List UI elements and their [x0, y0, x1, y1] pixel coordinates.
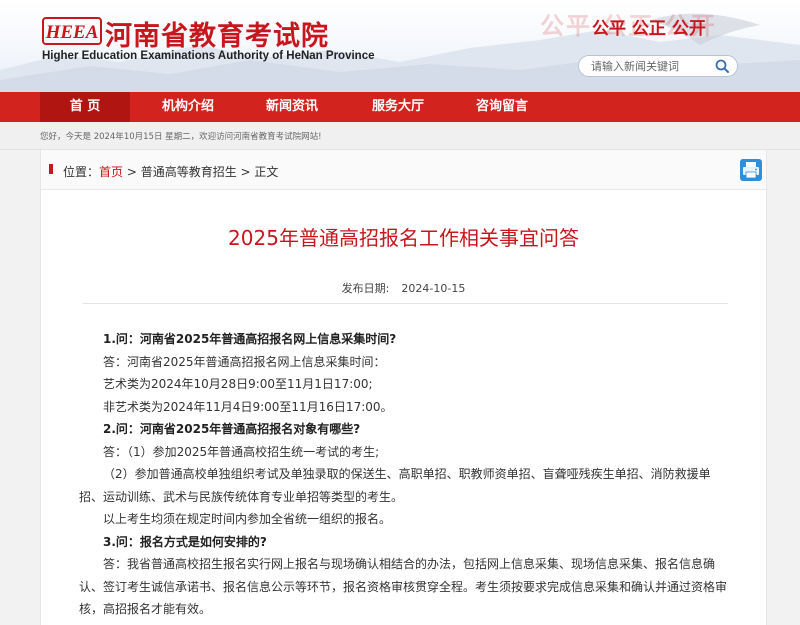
breadcrumb-prefix: 位置：	[63, 165, 100, 179]
article-date: 发布日期: 2024-10-15	[41, 280, 766, 296]
welcome-bar: 您好，今天是 2024年10月15日 星期二，欢迎访问河南省教育考试院网站!	[0, 122, 800, 150]
answer-paragraph: 以上考生均须在规定时间内参加全省统一组织的报名。	[103, 512, 392, 526]
main-nav: 首 页 机构介绍 新闻资讯 服务大厅 咨询留言	[0, 92, 800, 122]
breadcrumb-home-link[interactable]: 首页	[99, 165, 123, 179]
answer-paragraph: 答：（1）参加2025年普通高校招生统一考试的考生;	[103, 444, 380, 459]
breadcrumb-marker	[49, 164, 53, 174]
nav-item-news[interactable]: 新闻资讯	[246, 92, 338, 122]
svg-text:HEEA: HEEA	[45, 22, 99, 43]
site-header: HEEA 河南省教育考试院 Higher Education Examinati…	[0, 0, 800, 92]
question-paragraph: 3.问：报名方式是如何安排的?	[103, 534, 267, 549]
answer-paragraph: 艺术类为2024年10月28日9:00至11月1日17:00;	[103, 377, 373, 391]
nav-item-consult[interactable]: 咨询留言	[456, 92, 548, 122]
question-paragraph: 2.问：河南省2025年普通高招报名对象有哪些?	[103, 422, 361, 436]
breadcrumb-separator: >	[236, 165, 255, 179]
question-paragraph: 1.问：河南省2025年普通高招报名网上信息采集时间?	[103, 332, 397, 346]
date-value: 2024-10-15	[401, 282, 466, 295]
breadcrumb-separator: >	[123, 165, 141, 179]
article-title: 2025年普通高招报名工作相关事宜问答	[228, 226, 579, 250]
nav-item-about[interactable]: 机构介绍	[142, 92, 234, 122]
nav-item-home[interactable]: 首 页	[40, 92, 130, 122]
answer-paragraph: 非艺术类为2024年11月4日9:00至11月16日17:00。	[103, 399, 393, 414]
print-icon[interactable]	[740, 159, 762, 181]
heea-logo-icon: HEEA	[42, 17, 102, 45]
answer-paragraph: 答：我省普通高校招生报名实行网上报名与现场确认相结合的办法，包括网上信息采集、现…	[79, 557, 728, 616]
welcome-text: 您好，今天是 2024年10月15日 星期二，欢迎访问河南省教育考试院网站!	[40, 132, 322, 142]
breadcrumb: 位置：首页 > 普通高等教育招生 > 正文	[63, 163, 278, 180]
search-input[interactable]	[591, 59, 711, 74]
site-title-cn: 河南省教育考试院	[105, 21, 329, 52]
date-label: 发布日期:	[341, 282, 390, 295]
answer-paragraph: （2）参加普通高校单独组织考试及单独录取的保送生、高职单招、职教师资单招、盲聋哑…	[79, 467, 711, 504]
search-icon[interactable]	[713, 58, 731, 74]
content-panel: 位置：首页 > 普通高等教育招生 > 正文 2025年普通高招报名工作相关事宜问…	[40, 150, 767, 625]
breadcrumb-section-link[interactable]: 普通高等教育招生	[141, 165, 237, 179]
search-box	[578, 55, 738, 77]
breadcrumb-current: 正文	[254, 165, 279, 179]
answer-paragraph: 答：河南省2025年普通高招报名网上信息采集时间：	[103, 354, 386, 369]
slogan: 公平 公正 公开	[592, 19, 706, 39]
title-divider	[83, 303, 728, 304]
article-body: 1.问：河南省2025年普通高招报名网上信息采集时间? 答：河南省2025年普通…	[79, 328, 734, 621]
nav-item-services[interactable]: 服务大厅	[352, 92, 444, 122]
breadcrumb-bar: 位置：首页 > 普通高等教育招生 > 正文	[41, 150, 766, 190]
site-title-en: Higher Education Examinations Authority …	[42, 50, 375, 62]
